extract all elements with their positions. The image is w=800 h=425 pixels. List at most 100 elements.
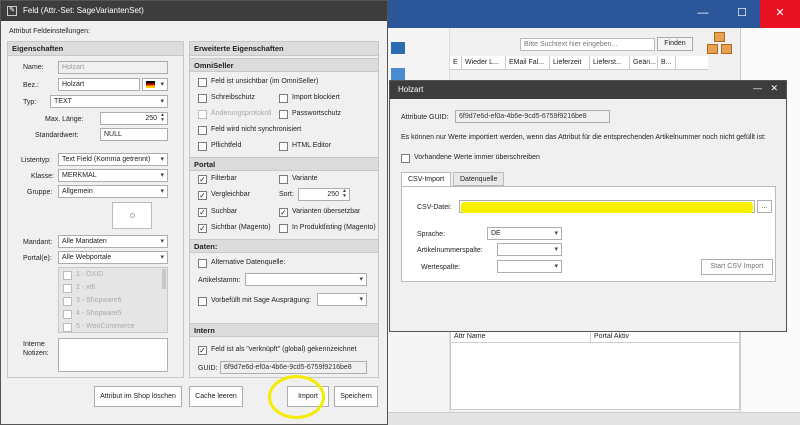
varianten-uebersetzbar-label: Varianten übersetzbar <box>292 208 361 215</box>
flag-de-icon <box>146 81 155 88</box>
column-header[interactable]: Geän... <box>630 56 658 70</box>
standard-field[interactable]: NULL <box>100 128 168 141</box>
column-header[interactable]: Lieferst... <box>590 56 630 70</box>
nicht-sync-checkbox[interactable] <box>198 126 207 135</box>
vorbefuellt-label: Vorbefüllt mit Sage Ausprägung: <box>211 297 312 304</box>
image-icon <box>130 213 135 218</box>
html-editor-checkbox[interactable] <box>279 142 288 151</box>
maxlen-stepper[interactable]: 250 ▲ ▼ <box>100 112 168 125</box>
sort-stepper[interactable]: 250 ▲ ▼ <box>298 188 350 201</box>
spinner-icon[interactable]: ▲ ▼ <box>341 189 348 199</box>
guid-field[interactable]: 6f9d7e6d-ef0a-4b6e-9cd5-6759f9216be8 <box>220 361 367 374</box>
scrollbar[interactable] <box>162 269 166 289</box>
pflichtfeld-label: Pflichtfeld <box>211 142 242 149</box>
portal-checkbox[interactable] <box>63 271 72 280</box>
artikelnummer-dropdown[interactable] <box>497 243 562 256</box>
tab-datenquelle[interactable]: Datenquelle <box>453 172 505 186</box>
listentyp-dropdown[interactable]: Text Field (Komma getrennt) <box>58 153 168 166</box>
notizen-label: Interne Notizen: <box>23 341 49 357</box>
suchbar-checkbox[interactable]: ✓ <box>198 208 207 217</box>
overwrite-checkbox[interactable] <box>401 154 410 163</box>
highlight-stroke <box>461 202 753 213</box>
pflichtfeld-checkbox[interactable] <box>198 142 207 151</box>
wertespalte-label: Wertespalte: <box>421 264 461 271</box>
minimize-icon[interactable]: — <box>683 0 723 28</box>
maximize-icon[interactable]: ☐ <box>722 0 762 28</box>
sort-label: Sort: <box>279 191 294 198</box>
aenderungsprotokoll-checkbox[interactable] <box>198 110 207 119</box>
grid-icon[interactable] <box>391 42 405 54</box>
produktlisting-checkbox[interactable] <box>279 224 288 233</box>
alternative-datenquelle-checkbox[interactable] <box>198 259 207 268</box>
portal-item: 2 - xt6 <box>76 284 96 291</box>
wertespalte-dropdown[interactable] <box>497 260 562 273</box>
vergleichbar-checkbox[interactable]: ✓ <box>198 191 207 200</box>
spinner-icon[interactable]: ▲ ▼ <box>159 113 166 123</box>
portal-checkbox[interactable] <box>63 297 72 306</box>
maxlen-value: 250 <box>145 115 157 122</box>
dialog-subtitle: Attribut Feldeinstellungen: <box>9 28 90 35</box>
schreibschutz-checkbox[interactable] <box>198 94 207 103</box>
sichtbar-magento-checkbox[interactable]: ✓ <box>198 224 207 233</box>
filterbar-checkbox[interactable]: ✓ <box>198 175 207 184</box>
column-header[interactable]: B... <box>658 56 676 70</box>
column-header[interactable]: Portal Aktiv <box>591 331 739 343</box>
advanced-header: Erweiterte Eigenschaften <box>190 42 378 56</box>
portal-checkbox[interactable] <box>63 323 72 332</box>
find-button[interactable]: Finden <box>657 37 693 51</box>
portal-checkbox[interactable] <box>63 284 72 293</box>
mandant-dropdown[interactable]: Alle Mandaten <box>58 235 168 248</box>
dialog-titlebar: Feld (Attr.-Set: SageVariantenSet) <box>1 1 387 21</box>
name-field[interactable]: Holzart <box>58 61 168 74</box>
column-header[interactable]: Lieferzeit <box>550 56 590 70</box>
portal-checkbox[interactable] <box>63 310 72 319</box>
image-placeholder[interactable] <box>112 202 152 229</box>
column-header[interactable]: EMail Fal... <box>506 56 550 70</box>
start-csv-import-button[interactable]: Start CSV Import <box>701 259 773 275</box>
background-search-input[interactable]: Bitte Suchtext hier eingeben... <box>520 38 655 51</box>
variante-checkbox[interactable] <box>279 175 288 184</box>
close-icon[interactable]: ✕ <box>770 83 778 94</box>
sort-value: 250 <box>327 191 339 198</box>
csv-import-dialog: Holzart — ✕ Attribute GUID: 6f9d7e6d-ef0… <box>389 80 787 332</box>
artikelnummer-label: Artikelnummerspalte: <box>417 247 483 254</box>
column-header[interactable]: Wieder L... <box>462 56 506 70</box>
language-dropdown[interactable] <box>142 78 168 91</box>
unsichtbar-checkbox[interactable] <box>198 78 207 87</box>
column-header[interactable]: Attr Name <box>451 331 591 343</box>
gruppe-label: Gruppe: <box>27 189 53 196</box>
save-button[interactable]: Speichern <box>334 386 378 407</box>
sprache-dropdown[interactable]: DE <box>487 227 562 240</box>
klasse-dropdown[interactable]: MERKMAL <box>58 169 168 182</box>
table-icon[interactable] <box>391 68 405 80</box>
notizen-textarea[interactable] <box>58 338 168 372</box>
guid-label: GUID: <box>198 365 218 372</box>
typ-dropdown[interactable]: TEXT <box>50 95 168 108</box>
gruppe-dropdown[interactable]: Allgemein <box>58 185 168 198</box>
close-icon[interactable]: ✕ <box>760 0 800 28</box>
verknuepft-checkbox[interactable]: ✓ <box>198 346 207 355</box>
vorbefuellt-dropdown[interactable] <box>317 293 367 306</box>
column-header[interactable]: E <box>450 56 462 70</box>
import-blockiert-checkbox[interactable] <box>279 94 288 103</box>
clear-cache-button[interactable]: Cache leeren <box>189 386 243 407</box>
browse-button[interactable]: ... <box>757 200 772 213</box>
portale-label: Portal(e): <box>23 255 52 262</box>
tab-csv-import[interactable]: CSV-Import <box>401 172 452 187</box>
attribute-guid-field[interactable]: 6f9d7e6d-ef0a-4b6e-9cd5-6759f9216be8 <box>455 110 610 123</box>
portale-dropdown[interactable]: Alle Webportale <box>58 251 168 264</box>
delete-attribute-button[interactable]: Attribut im Shop löschen <box>94 386 182 407</box>
passwortschutz-checkbox[interactable] <box>279 110 288 119</box>
vorbefuellt-checkbox[interactable] <box>198 297 207 306</box>
field-dialog: Feld (Attr.-Set: SageVariantenSet) ✎ Att… <box>0 0 388 425</box>
variante-label: Variante <box>292 175 318 182</box>
suchbar-label: Suchbar <box>211 208 238 215</box>
maxlen-label: Max. Länge: <box>45 116 84 123</box>
artikelstamm-dropdown[interactable] <box>245 273 367 286</box>
verknuepft-label: Feld ist als "verknüpft" (global) gekenn… <box>211 346 357 353</box>
csv-file-label: CSV-Datei: <box>417 204 452 211</box>
bez-field[interactable]: Holzart <box>58 78 140 91</box>
minimize-icon[interactable]: — <box>753 83 762 93</box>
varianten-uebersetzbar-checkbox[interactable]: ✓ <box>279 208 288 217</box>
portal-item: 5 - WooCommerce <box>76 323 135 330</box>
